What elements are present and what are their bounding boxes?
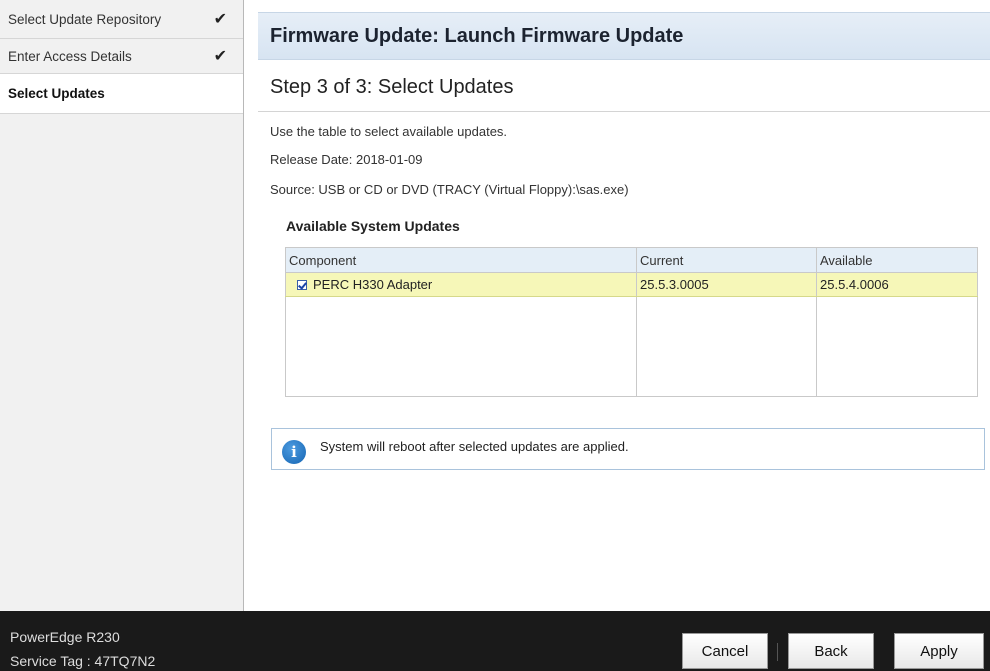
main-content: Firmware Update: Launch Firmware Update … [248, 0, 990, 611]
service-tag: Service Tag : 47TQ7N2 [10, 653, 156, 669]
component-name: PERC H330 Adapter [313, 277, 433, 292]
sidebar-item-select-update-repository[interactable]: Select Update Repository ✔ [0, 0, 243, 39]
reboot-notice: i System will reboot after selected upda… [271, 428, 985, 470]
source-text: Source: USB or CD or DVD (TRACY (Virtual… [270, 182, 629, 197]
column-header-component[interactable]: Component [285, 247, 637, 273]
divider [258, 111, 990, 112]
table-header-row: Component Current Available [285, 247, 978, 273]
table-row[interactable]: PERC H330 Adapter 25.5.3.0005 25.5.4.000… [285, 272, 978, 297]
cell-current-version: 25.5.3.0005 [636, 272, 817, 297]
sidebar-item-enter-access-details[interactable]: Enter Access Details ✔ [0, 39, 243, 74]
sidebar-item-label: Select Updates [8, 86, 105, 101]
page-header: Firmware Update: Launch Firmware Update [258, 12, 990, 60]
table-empty-row [285, 296, 978, 397]
instruction-text: Use the table to select available update… [270, 124, 508, 139]
release-date: Release Date: 2018-01-09 [270, 152, 423, 167]
sidebar-item-select-updates[interactable]: Select Updates [0, 74, 243, 114]
sidebar-item-label: Select Update Repository [8, 11, 162, 27]
back-button[interactable]: Back [788, 633, 874, 669]
cell-component: PERC H330 Adapter [285, 272, 637, 297]
info-icon: i [282, 440, 306, 464]
check-icon: ✔ [213, 48, 227, 65]
system-model: PowerEdge R230 [10, 629, 120, 645]
section-title-available-updates: Available System Updates [286, 218, 460, 234]
page-title: Firmware Update: Launch Firmware Update [270, 24, 684, 47]
notice-text: System will reboot after selected update… [320, 438, 629, 454]
updates-table: Component Current Available PERC H330 Ad… [285, 247, 978, 397]
button-separator [777, 643, 778, 661]
cancel-button[interactable]: Cancel [682, 633, 768, 669]
wizard-sidebar: Select Update Repository ✔ Enter Access … [0, 0, 244, 611]
footer-bar: PowerEdge R230 Service Tag : 47TQ7N2 Can… [0, 611, 990, 671]
sidebar-item-label: Enter Access Details [8, 48, 132, 64]
column-header-current[interactable]: Current [636, 247, 817, 273]
apply-button[interactable]: Apply [894, 633, 984, 669]
step-title: Step 3 of 3: Select Updates [270, 76, 514, 98]
check-icon: ✔ [213, 11, 227, 28]
cell-available-version: 25.5.4.0006 [816, 272, 978, 297]
column-header-available[interactable]: Available [816, 247, 978, 273]
update-checkbox[interactable] [297, 280, 307, 290]
